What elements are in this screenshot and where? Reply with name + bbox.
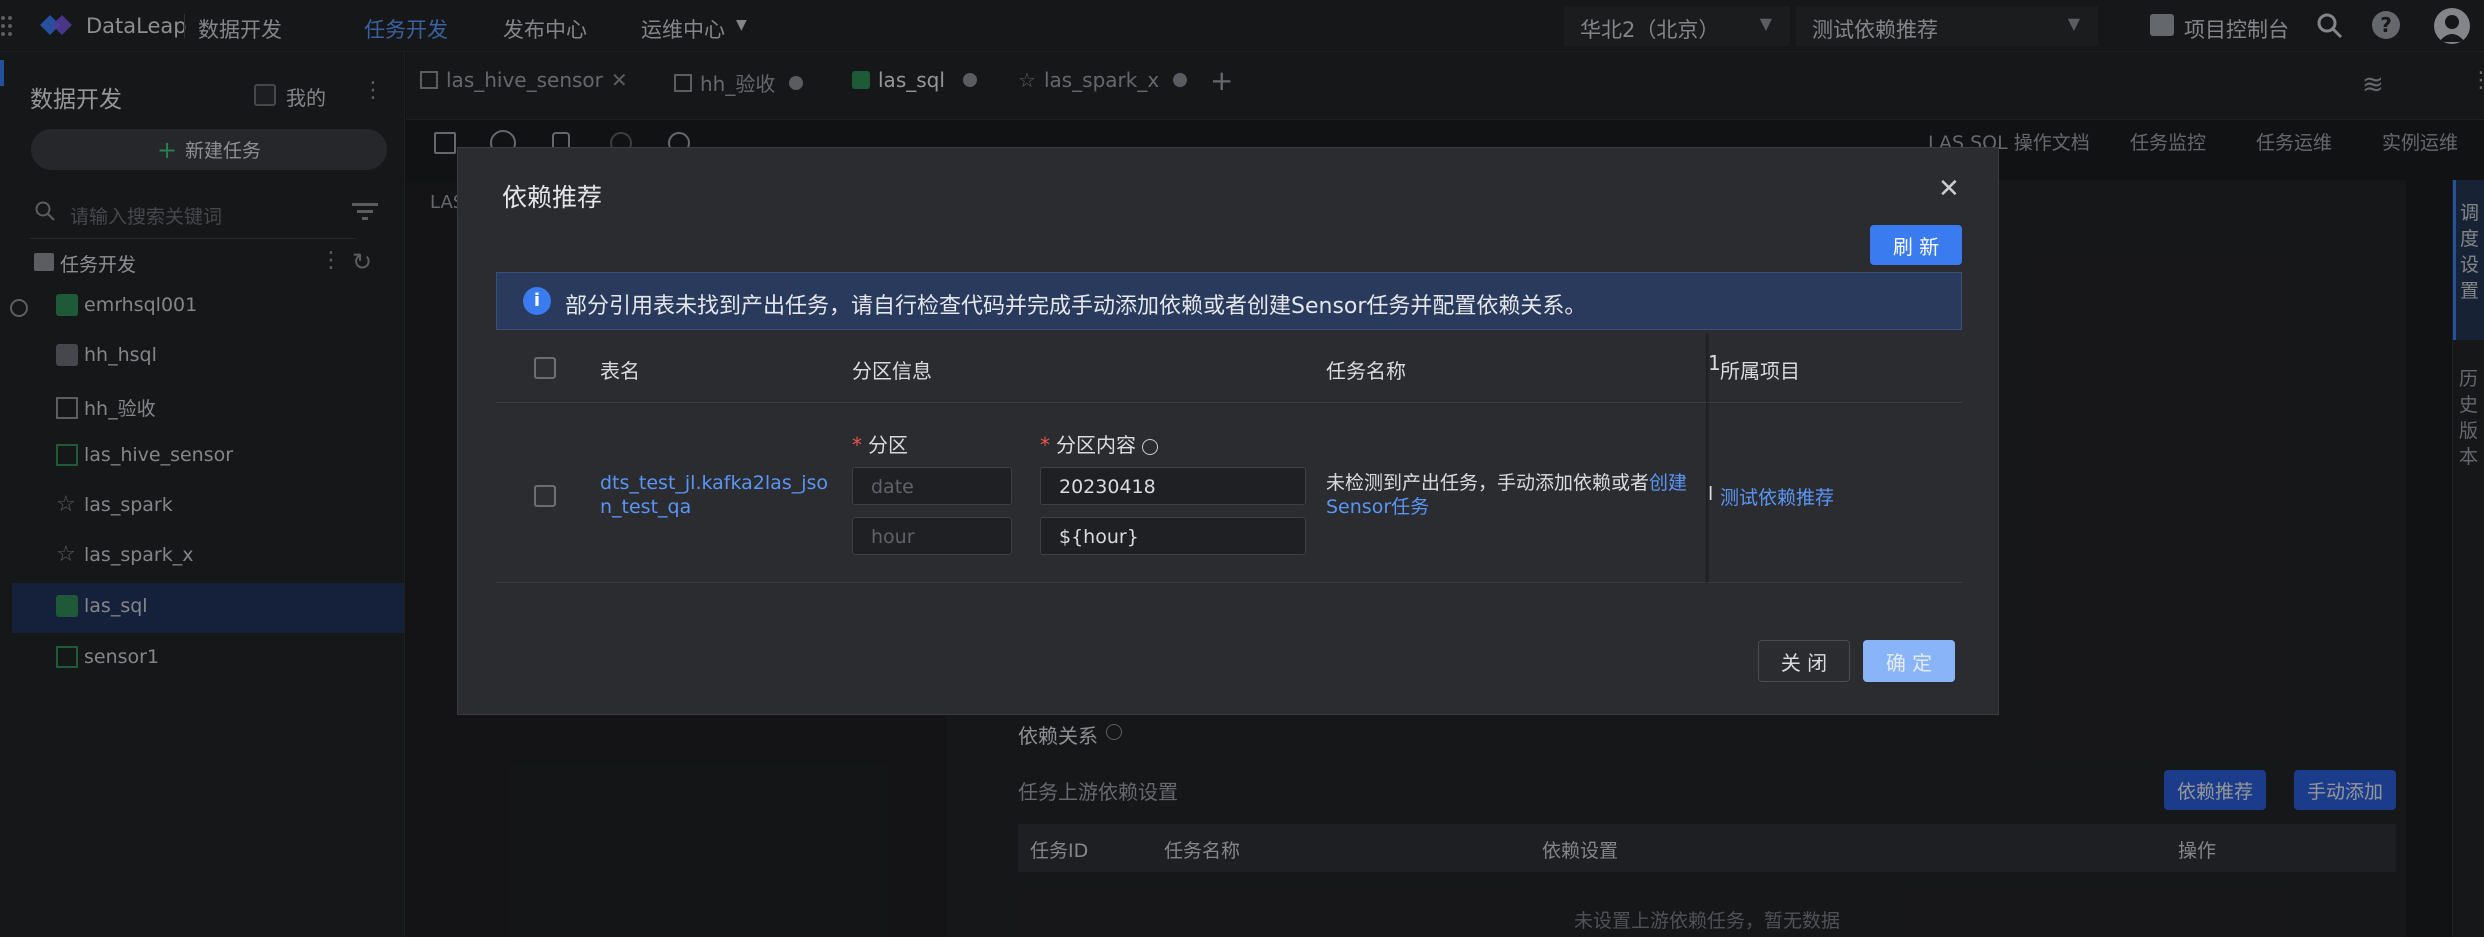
partition-value-input-date[interactable]: 20230418 xyxy=(1040,467,1306,505)
recommend-table-row: dts_test_jl.kafka2las_json_test_qa * 分区 *… xyxy=(496,403,1962,583)
col-table-name: 表名 xyxy=(600,359,640,383)
refresh-button[interactable]: 刷 新 xyxy=(1870,225,1962,265)
task-status-text: 未检测到产出任务，手动添加依赖或者 xyxy=(1326,472,1650,494)
dialog-title: 依赖推荐 xyxy=(502,183,603,212)
info-icon xyxy=(1142,438,1159,455)
close-button[interactable]: 关 闭 xyxy=(1758,640,1850,682)
col-project: 所属项目 xyxy=(1720,359,1800,383)
partition-content-label: * 分区内容 xyxy=(1040,429,1159,458)
col-partition-info: 分区信息 xyxy=(852,359,932,383)
info-icon: i xyxy=(523,287,551,315)
fixed-column-shadow xyxy=(1706,333,1710,583)
col-task-name: 任务名称 xyxy=(1326,359,1406,383)
info-banner: i 部分引用表未找到产出任务，请自行检查代码并完成手动添加依赖或者创建Senso… xyxy=(496,272,1962,330)
recommend-table-header: 表名 分区信息 任务名称 1 所属项目 xyxy=(496,333,1962,403)
row-task-cell: 未检测到产出任务，手动添加依赖或者创建Sensor任务 xyxy=(1326,471,1698,519)
confirm-button[interactable]: 确 定 xyxy=(1863,640,1955,682)
close-icon[interactable]: ✕ xyxy=(1938,174,1960,204)
partition-key-input-hour[interactable]: hour xyxy=(852,517,1012,555)
select-all-checkbox[interactable] xyxy=(534,357,556,379)
row-project-link[interactable]: 测试依赖推荐 xyxy=(1720,483,1834,510)
info-banner-text: 部分引用表未找到产出任务，请自行检查代码并完成手动添加依赖或者创建Sensor任… xyxy=(565,294,1587,319)
partition-key-input-date[interactable]: date xyxy=(852,467,1012,505)
dependency-recommend-dialog: 依赖推荐 ✕ 刷 新 i 部分引用表未找到产出任务，请自行检查代码并完成手动添加… xyxy=(457,147,1999,715)
partition-label: * 分区 xyxy=(852,433,908,457)
partition-value-input-hour[interactable]: ${hour} xyxy=(1040,517,1306,555)
row-checkbox[interactable] xyxy=(534,485,556,507)
row-table-name[interactable]: dts_test_jl.kafka2las_json_test_qa xyxy=(600,471,840,519)
